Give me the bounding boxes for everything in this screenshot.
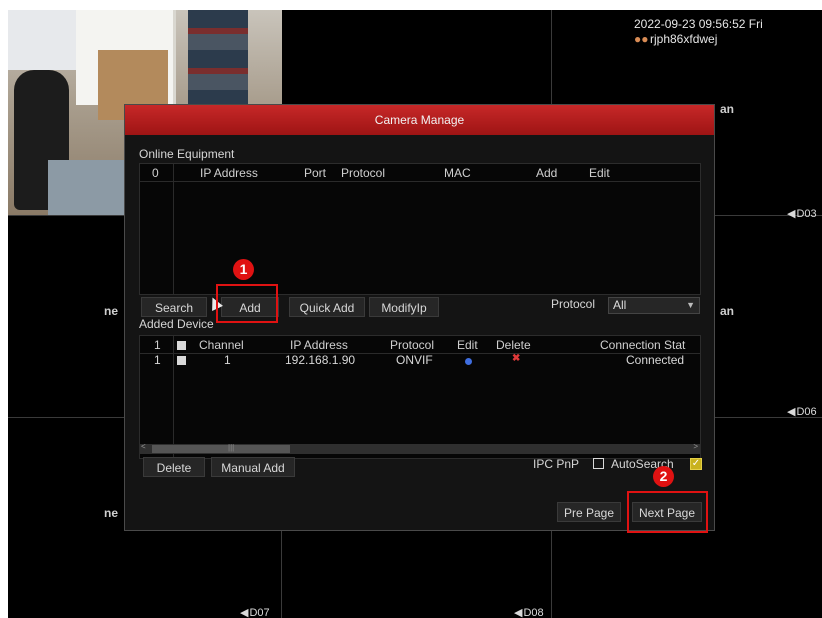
online-col-add[interactable]: Add	[536, 166, 557, 180]
added-device-label: Added Device	[139, 317, 214, 331]
added-col-edit[interactable]: Edit	[457, 338, 478, 352]
user-icon: ●●	[634, 32, 649, 46]
quick-add-button[interactable]: Quick Add	[289, 297, 365, 317]
protocol-filter-label: Protocol	[551, 297, 596, 311]
delete-icon[interactable]: ✖	[512, 353, 520, 364]
channel-label-d03: ◀D03	[787, 208, 817, 220]
online-equipment-table[interactable]: 0 IP Address Port Protocol MAC Add Edit	[139, 163, 701, 295]
channel-label-d06: ◀D06	[787, 406, 817, 418]
annotation-box-add	[216, 284, 278, 323]
row-connection-status: Connected	[626, 353, 685, 367]
speaker-icon: ◀	[787, 208, 796, 220]
speaker-icon: ◀	[787, 406, 796, 418]
added-col-channel[interactable]: Channel	[199, 338, 244, 352]
annotation-box-next-page	[627, 491, 708, 533]
grip-icon: |||	[228, 443, 235, 452]
scroll-left-icon[interactable]: <	[141, 442, 146, 451]
column-divider	[173, 336, 174, 458]
brand-fragment: an	[720, 304, 735, 318]
brand-fragment: ne	[104, 304, 119, 318]
camera-manage-dialog: Camera Manage Online Equipment 0 IP Addr…	[124, 104, 715, 531]
annotation-badge-1: 1	[233, 259, 254, 280]
nvr-datetime: 2022-09-23 09:56:52 Fri	[634, 17, 763, 31]
chevron-down-icon: ▼	[686, 300, 695, 310]
delete-button[interactable]: Delete	[143, 457, 205, 477]
online-equipment-label: Online Equipment	[139, 147, 235, 161]
horizontal-scrollbar[interactable]: < ||| >	[140, 442, 700, 454]
ipc-pnp-checkbox[interactable]	[593, 458, 604, 469]
online-col-ip[interactable]: IP Address	[200, 166, 258, 180]
speaker-icon: ◀	[240, 607, 249, 618]
row-index: 1	[154, 353, 161, 367]
ipc-pnp-label: IPC PnP	[533, 457, 580, 471]
online-col-mac[interactable]: MAC	[444, 166, 471, 180]
feed-window	[8, 10, 78, 70]
added-col-protocol[interactable]: Protocol	[390, 338, 434, 352]
online-col-index[interactable]: 0	[152, 166, 159, 180]
online-col-edit[interactable]: Edit	[589, 166, 610, 180]
column-divider	[173, 164, 174, 294]
brand-fragment: an	[720, 102, 735, 116]
modify-ip-button[interactable]: ModifyIp	[369, 297, 439, 317]
row-channel: 1	[224, 353, 231, 367]
annotation-badge-2: 2	[653, 466, 674, 487]
scrollbar-thumb[interactable]: |||	[152, 443, 290, 453]
brand-fragment: ne	[104, 506, 119, 520]
protocol-select-value: All	[613, 298, 627, 312]
manual-add-button[interactable]: Manual Add	[211, 457, 295, 477]
added-col-index[interactable]: 1	[154, 338, 161, 352]
added-col-delete[interactable]: Delete	[496, 338, 531, 352]
added-col-ip[interactable]: IP Address	[290, 338, 348, 352]
channel-label-d08: ◀D08	[514, 607, 544, 618]
edit-icon[interactable]	[465, 358, 472, 365]
header-divider	[140, 181, 700, 182]
search-button[interactable]: Search	[141, 297, 207, 317]
added-device-table[interactable]: 1 Channel IP Address Protocol Edit Delet…	[139, 335, 701, 459]
pre-page-button[interactable]: Pre Page	[557, 502, 621, 522]
row-ip: 192.168.1.90	[285, 353, 356, 367]
speaker-icon: ◀	[514, 607, 523, 618]
added-col-connection-status[interactable]: Connection Stat	[600, 338, 700, 352]
nvr-device-name: rjph86xfdwej	[650, 32, 718, 46]
row-checkbox[interactable]	[177, 356, 186, 365]
scroll-right-icon[interactable]: >	[693, 442, 698, 451]
dialog-title: Camera Manage	[125, 105, 714, 135]
protocol-select[interactable]: All ▼	[608, 297, 700, 314]
select-all-checkbox[interactable]	[177, 341, 186, 350]
online-col-protocol[interactable]: Protocol	[341, 166, 385, 180]
channel-label-d07: ◀D07	[240, 607, 270, 618]
online-col-port[interactable]: Port	[304, 166, 326, 180]
autosearch-checkbox[interactable]: ✓	[690, 458, 702, 470]
row-protocol: ONVIF	[396, 353, 433, 367]
